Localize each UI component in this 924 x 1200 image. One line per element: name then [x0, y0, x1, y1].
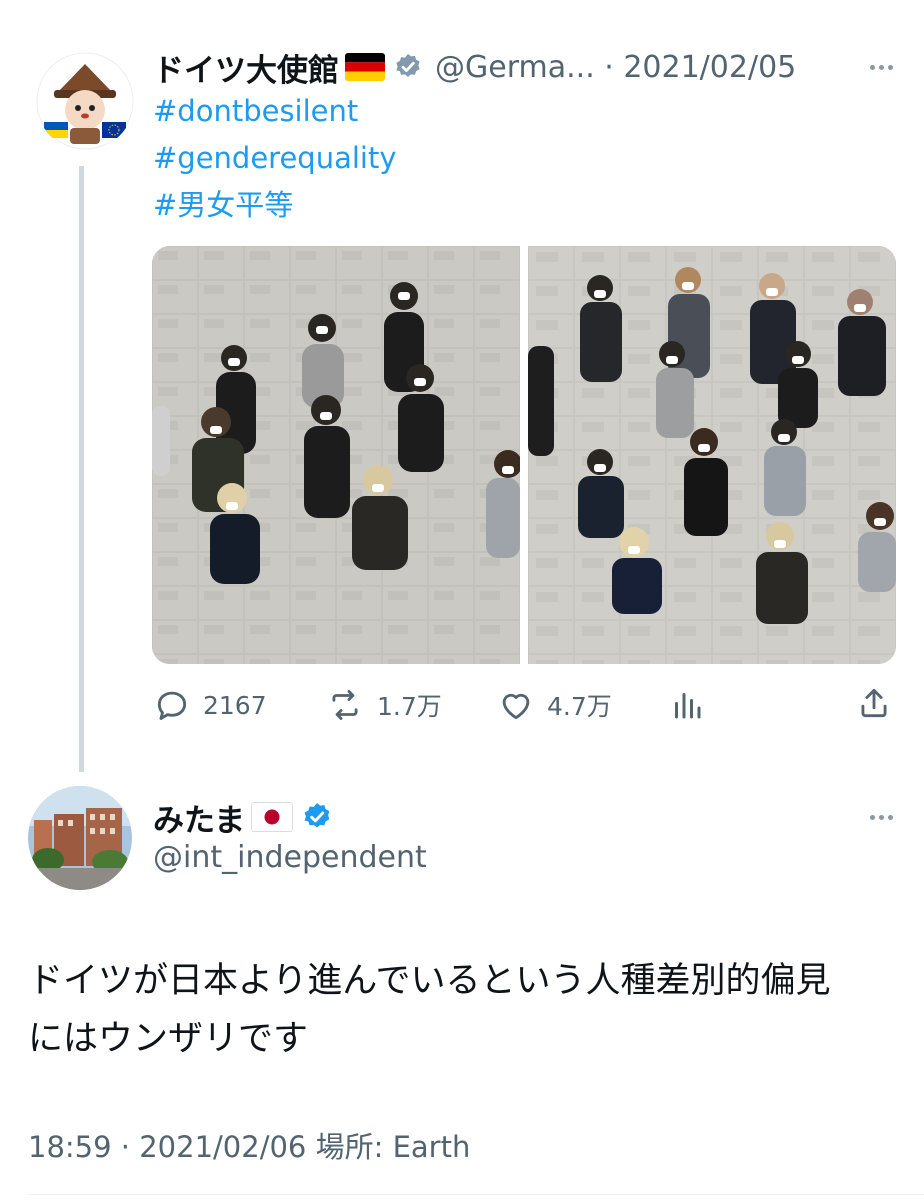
media-grid	[152, 246, 896, 664]
reply-author-name[interactable]: みたま	[153, 795, 245, 840]
reply-header: みたま	[153, 794, 893, 840]
more-dots-icon[interactable]	[870, 814, 893, 820]
author-name[interactable]: ドイツ大使館	[153, 45, 339, 90]
reply-action[interactable]: 2167	[153, 686, 267, 724]
hashtag-link[interactable]: #genderequality	[153, 135, 853, 182]
japan-flag-icon	[251, 802, 294, 832]
reply-text: ドイツが日本より進んでいるという人種差別的偏見 にはウンザリです	[28, 952, 908, 1068]
action-bar: 2167 1.7万 4.7万	[153, 682, 893, 728]
city-photo-avatar-icon	[28, 786, 132, 890]
hashtag-link[interactable]: #男女平等	[153, 182, 853, 229]
author-avatar[interactable]	[36, 52, 134, 150]
photo-right[interactable]	[528, 246, 896, 664]
bottom-divider	[28, 1194, 924, 1195]
views-icon[interactable]	[669, 686, 705, 728]
retweet-count: 1.7万	[377, 692, 442, 721]
photo-left[interactable]	[152, 246, 520, 664]
tweet-body: #dontbesilent #genderequality #男女平等	[153, 88, 853, 229]
reply-author-avatar[interactable]	[28, 786, 132, 890]
verified-badge-icon	[393, 52, 423, 82]
tweet-header: ドイツ大使館 @Germa... · 2021/02/05	[153, 44, 893, 90]
like-action[interactable]: 4.7万	[497, 686, 612, 724]
reply-handle[interactable]: @int_independent	[153, 840, 427, 875]
mascot-avatar-icon	[36, 52, 134, 150]
handle-and-date[interactable]: @Germa... · 2021/02/05	[435, 50, 796, 85]
like-icon	[502, 693, 530, 720]
reply-icon	[157, 691, 187, 720]
reply-timestamp[interactable]: 18:59 · 2021/02/06 場所: Earth	[28, 1124, 470, 1166]
more-dots-icon[interactable]	[870, 64, 893, 70]
like-count: 4.7万	[547, 692, 612, 721]
reply-text-line: ドイツが日本より進んでいるという人種差別的偏見	[28, 961, 831, 1001]
share-icon[interactable]	[855, 684, 893, 726]
germany-flag-icon	[345, 53, 385, 81]
hashtag-link[interactable]: #dontbesilent	[153, 88, 853, 135]
retweet-action[interactable]: 1.7万	[325, 686, 442, 724]
retweet-icon	[332, 690, 358, 720]
verified-badge-icon	[301, 801, 333, 833]
reply-count: 2167	[203, 690, 267, 720]
reply-text-line: にはウンザリです	[28, 1019, 309, 1059]
thread-line	[79, 166, 84, 772]
